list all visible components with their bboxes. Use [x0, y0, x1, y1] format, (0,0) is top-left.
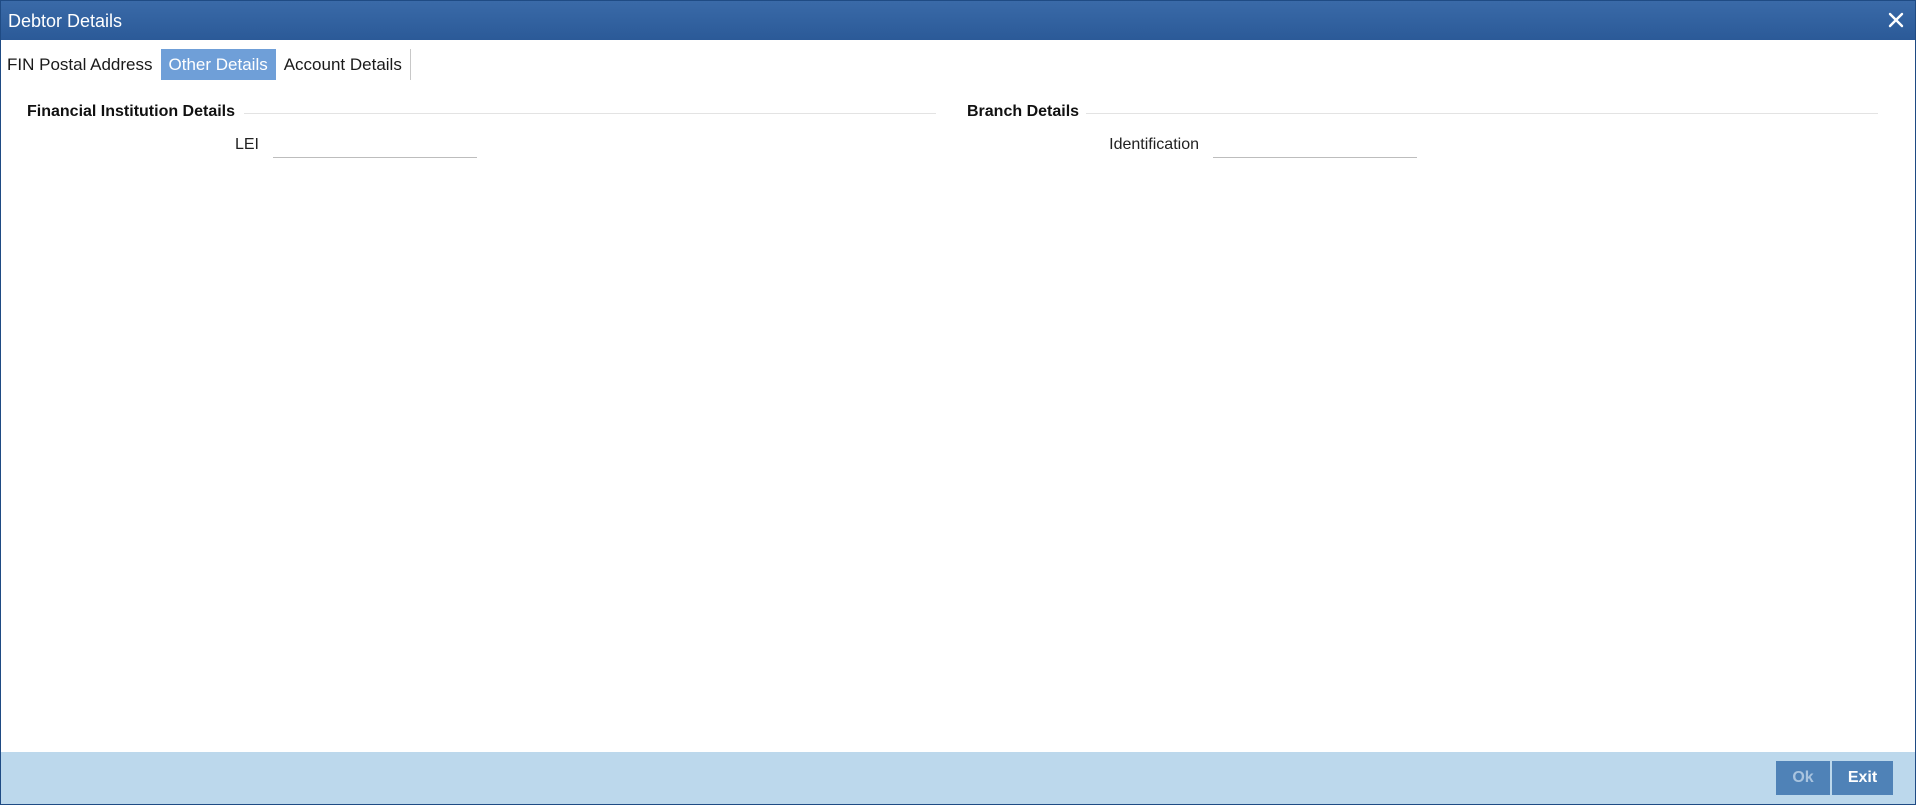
window-title: Debtor Details	[8, 11, 123, 31]
financial-institution-section-title: Financial Institution Details	[27, 103, 236, 120]
footer-bar: Ok Exit	[1, 752, 1915, 804]
tab-fin-postal-address[interactable]: FIN Postal Address	[1, 49, 161, 80]
lei-label: LEI	[234, 136, 259, 153]
tab-other-details[interactable]: Other Details	[160, 49, 276, 80]
close-button[interactable]	[1883, 7, 1909, 33]
ok-button[interactable]: Ok	[1776, 761, 1830, 795]
tab-bar: FIN Postal Address Other Details Account…	[1, 49, 411, 80]
identification-input[interactable]	[1213, 133, 1417, 158]
section-divider	[1086, 113, 1878, 114]
identification-label: Identification	[1109, 136, 1199, 153]
branch-section-title: Branch Details	[967, 103, 1080, 120]
tab-account-details[interactable]: Account Details	[276, 49, 411, 80]
title-bar: Debtor Details	[1, 1, 1915, 40]
lei-input[interactable]	[273, 133, 477, 158]
close-icon	[1888, 12, 1904, 28]
section-divider	[244, 113, 936, 114]
debtor-details-window: Debtor Details FIN Postal Address Other …	[0, 0, 1916, 805]
exit-button[interactable]: Exit	[1832, 761, 1893, 795]
